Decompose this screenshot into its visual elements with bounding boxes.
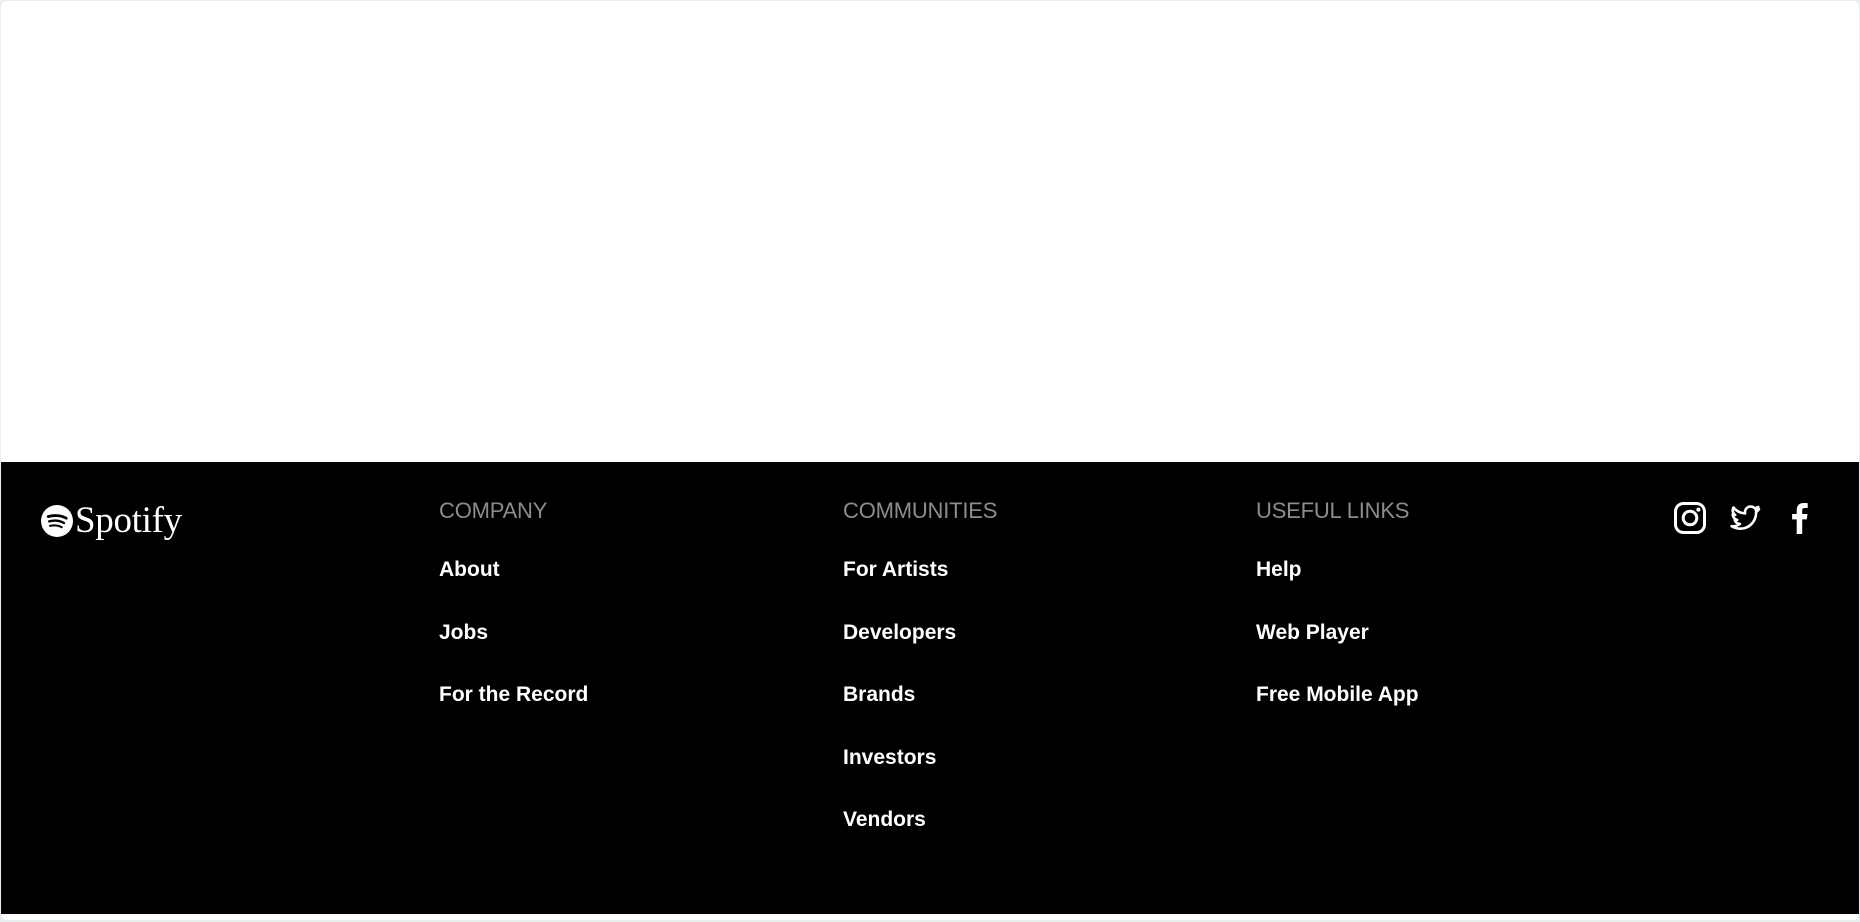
list-item: Free Mobile App (1256, 682, 1419, 745)
instagram-link[interactable] (1673, 501, 1707, 535)
list-item: Jobs (439, 620, 588, 683)
link-web-player[interactable]: Web Player (1256, 621, 1369, 644)
browser-viewport: Spotify COMPANY About Jobs For the Recor… (1, 1, 1859, 920)
link-about[interactable]: About (439, 558, 500, 581)
spotify-logo-link[interactable]: Spotify (41, 502, 182, 539)
column-heading-company: COMPANY (439, 498, 548, 523)
site-footer: Spotify COMPANY About Jobs For the Recor… (1, 462, 1859, 914)
instagram-icon (1674, 502, 1706, 534)
link-investors[interactable]: Investors (843, 746, 936, 769)
link-developers[interactable]: Developers (843, 621, 956, 644)
link-brands[interactable]: Brands (843, 683, 915, 706)
main-content-area (1, 1, 1859, 462)
spotify-wordmark: Spotify (75, 500, 182, 541)
useful-links: Help Web Player Free Mobile App (1256, 557, 1419, 745)
list-item: About (439, 557, 588, 620)
facebook-link[interactable] (1783, 501, 1817, 535)
link-help[interactable]: Help (1256, 558, 1302, 581)
column-heading-communities: COMMUNITIES (843, 498, 998, 523)
bottom-border-strip (1, 914, 1859, 920)
facebook-icon (1792, 503, 1808, 534)
link-vendors[interactable]: Vendors (843, 808, 926, 831)
list-item: Developers (843, 620, 997, 683)
list-item: Investors (843, 745, 997, 808)
footer-column-company: COMPANY About Jobs For the Record (439, 498, 588, 745)
list-item: For the Record (439, 682, 588, 745)
column-heading-useful-links: USEFUL LINKS (1256, 498, 1410, 523)
list-item: Brands (843, 682, 997, 745)
list-item: For Artists (843, 557, 997, 620)
communities-links: For Artists Developers Brands Investors … (843, 557, 997, 870)
footer-column-communities: COMMUNITIES For Artists Developers Brand… (843, 498, 997, 870)
social-links (1673, 501, 1817, 535)
twitter-icon (1730, 505, 1761, 530)
link-jobs[interactable]: Jobs (439, 621, 488, 644)
twitter-link[interactable] (1728, 501, 1762, 535)
link-for-artists[interactable]: For Artists (843, 558, 948, 581)
list-item: Help (1256, 557, 1419, 620)
list-item: Vendors (843, 807, 997, 870)
footer-column-useful-links: USEFUL LINKS Help Web Player Free Mobile… (1256, 498, 1419, 745)
link-free-mobile-app[interactable]: Free Mobile App (1256, 683, 1419, 706)
spotify-logo-icon (41, 504, 73, 537)
company-links: About Jobs For the Record (439, 557, 588, 745)
list-item: Web Player (1256, 620, 1419, 683)
link-for-the-record[interactable]: For the Record (439, 683, 588, 706)
